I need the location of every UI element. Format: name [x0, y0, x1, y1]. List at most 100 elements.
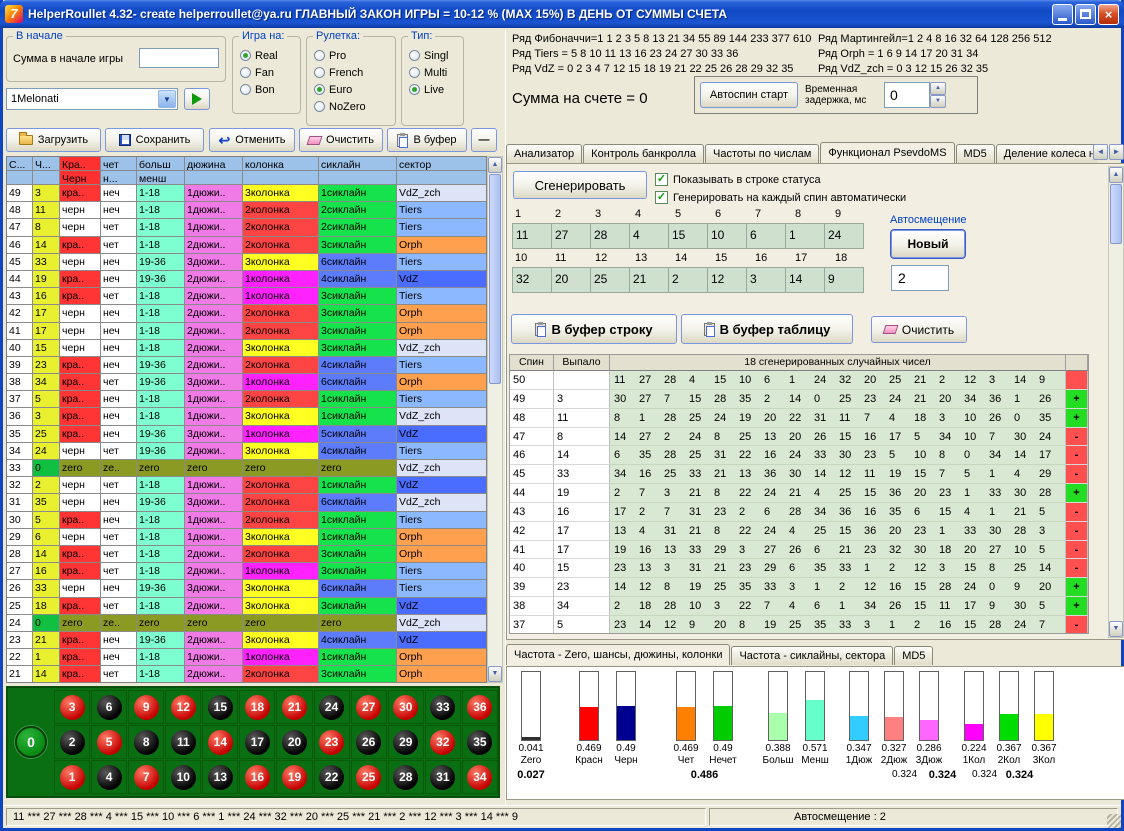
scroll-thumb[interactable] [489, 174, 501, 384]
history-row[interactable]: 363кра..неч1-181дюжи..3колонка1сиклайнVd… [7, 408, 486, 425]
generated-row[interactable]: 4015231333121232963533121231582514- [510, 559, 1088, 578]
main-tab-4[interactable]: MD5 [956, 144, 995, 163]
close-button[interactable]: × [1098, 4, 1119, 25]
board-cell-14[interactable]: 14 [202, 725, 238, 759]
board-cell-25[interactable]: 25 [351, 760, 387, 794]
generated-row[interactable]: 3923141281925353331212161528240920+ [510, 578, 1088, 597]
history-row[interactable]: 2814кра..чет1-182дюжи..2колонка3сиклайнO… [7, 546, 486, 563]
column-header[interactable]: Ч... [33, 157, 60, 171]
delay-input[interactable] [884, 82, 930, 108]
generated-row[interactable]: 49330277152835214025232421203436126+ [510, 390, 1088, 409]
copy-row-button[interactable]: В буфер строку [511, 314, 677, 344]
history-row[interactable]: 2321кра..неч19-362дюжи..3колонка4сиклайн… [7, 632, 486, 649]
board-cell-11[interactable]: 11 [165, 725, 201, 759]
main-tab-2[interactable]: Частоты по числам [705, 144, 819, 163]
chevron-down-icon[interactable]: ▼ [158, 90, 176, 108]
board-cell-35[interactable]: 35 [462, 725, 498, 759]
checkmark-icon[interactable]: ✓ [655, 173, 668, 186]
board-cell-15[interactable]: 15 [202, 690, 238, 724]
column-header[interactable]: больш [137, 157, 185, 171]
board-cell-22[interactable]: 22 [314, 760, 350, 794]
board-cell-31[interactable]: 31 [425, 760, 461, 794]
history-row[interactable]: 240zeroze..zerozerozerozeroVdZ_zch [7, 615, 486, 632]
profile-combo[interactable]: 1Melonati ▼ [6, 88, 178, 110]
board-cell-5[interactable]: 5 [91, 725, 127, 759]
history-row[interactable]: 3923кра..неч19-362дюжи..2колонка4сиклайн… [7, 357, 486, 374]
roulette-option-french[interactable]: French [310, 64, 393, 81]
board-cell-32[interactable]: 32 [425, 725, 461, 759]
scroll-thumb[interactable] [1110, 184, 1122, 244]
history-row[interactable]: 4614кра..чет1-182дюжи..2колонка3сиклайнO… [7, 237, 486, 254]
scroll-down-icon[interactable]: ▼ [1109, 621, 1123, 637]
history-row[interactable]: 4419кра..неч19-362дюжи..1колонка4сиклайн… [7, 271, 486, 288]
history-row[interactable]: 296чернчет1-181дюжи..3колонка1сиклайнOrp… [7, 529, 486, 546]
column-header[interactable] [33, 171, 60, 185]
board-cell-9[interactable]: 9 [128, 690, 164, 724]
clear-button[interactable]: Очистить [299, 128, 383, 152]
freq-tab-2[interactable]: MD5 [894, 646, 933, 665]
generated-row[interactable]: 375231412920819253533312161528247- [510, 616, 1088, 634]
freq-tab-1[interactable]: Частота - сиклайны, сектора [731, 646, 893, 665]
scroll-down-icon[interactable]: ▼ [488, 666, 502, 682]
generated-row[interactable]: 38342182810322746134261511179305+ [510, 597, 1088, 616]
generated-row[interactable]: 4811812825241920223111741831026035+ [510, 409, 1088, 428]
history-row[interactable]: 3424чернчет19-362дюжи..3колонка4сиклайнT… [7, 443, 486, 460]
board-cell-3[interactable]: 3 [54, 690, 90, 724]
main-tab-1[interactable]: Контроль банкролла [583, 144, 704, 163]
board-cell-8[interactable]: 8 [128, 725, 164, 759]
board-cell-24[interactable]: 24 [314, 690, 350, 724]
board-cell-17[interactable]: 17 [239, 725, 275, 759]
tabs-scroll-left-icon[interactable]: ◄ [1093, 144, 1108, 160]
history-row[interactable]: 305кра..неч1-181дюжи..2колонка1сиклайнTi… [7, 512, 486, 529]
board-cell-26[interactable]: 26 [351, 725, 387, 759]
column-header[interactable] [397, 171, 487, 185]
generated-row[interactable]: 453334162533211336301412111915751429- [510, 465, 1088, 484]
history-row[interactable]: 3135черннеч19-363дюжи..2колонка6сиклайнV… [7, 494, 486, 511]
undo-button[interactable]: ↩Отменить [209, 128, 295, 152]
type-option-live[interactable]: Live [405, 81, 461, 98]
freq-tab-0[interactable]: Частота - Zero, шансы, дюжины, колонки [506, 644, 730, 665]
game-option-bon[interactable]: Bon [236, 81, 298, 98]
board-cell-33[interactable]: 33 [425, 690, 461, 724]
generate-button[interactable]: Сгенерировать [513, 171, 647, 199]
column-header[interactable]: Черн [60, 171, 101, 185]
tabs-scroll-right-icon[interactable]: ► [1109, 144, 1124, 160]
board-cell-29[interactable]: 29 [388, 725, 424, 759]
start-sum-input[interactable] [139, 48, 219, 68]
history-row[interactable]: 493кра..неч1-181дюжи..3колонка1сиклайнVd… [7, 185, 486, 202]
game-option-fan[interactable]: Fan [236, 64, 298, 81]
main-tab-0[interactable]: Анализатор [506, 144, 582, 163]
history-row[interactable]: 4316кра..чет1-182дюжи..1колонка3сиклайнT… [7, 288, 486, 305]
board-cell-12[interactable]: 12 [165, 690, 201, 724]
history-table-scrollbar[interactable]: ▲ ▼ [487, 156, 503, 683]
history-row[interactable]: 2716кра..чет1-182дюжи..1колонка3сиклайнT… [7, 563, 486, 580]
board-cell-28[interactable]: 28 [388, 760, 424, 794]
column-header[interactable] [319, 171, 397, 185]
scroll-up-icon[interactable]: ▲ [1109, 167, 1123, 183]
history-row[interactable]: 4117черннеч1-182дюжи..2колонка3сиклайнOr… [7, 323, 486, 340]
column-header[interactable]: н... [101, 171, 137, 185]
autospin-start-button[interactable]: Автоспин старт [700, 82, 798, 108]
type-option-singl[interactable]: Singl [405, 47, 461, 64]
column-header[interactable]: сиклайн [319, 157, 397, 171]
column-header[interactable]: колонка [243, 157, 319, 171]
load-button[interactable]: Загрузить [6, 128, 101, 152]
checkbox-show-in-status[interactable]: ✓ Показывать в строке статуса [655, 173, 821, 186]
roulette-option-pro[interactable]: Pro [310, 47, 393, 64]
history-row[interactable]: 3525кра..неч19-363дюжи..1колонка5сиклайн… [7, 426, 486, 443]
generated-row[interactable]: 43161727312326283436163561541215- [510, 503, 1088, 522]
minimize-button[interactable] [1052, 4, 1073, 25]
board-cell-21[interactable]: 21 [276, 690, 312, 724]
collapse-button[interactable]: — [471, 128, 497, 152]
column-header[interactable] [7, 171, 33, 185]
main-tab-3[interactable]: Функционал PsevdoMS [820, 142, 954, 163]
column-header[interactable]: чет [101, 157, 137, 171]
history-row[interactable]: 4217черннеч1-182дюжи..2колонка3сиклайнOr… [7, 305, 486, 322]
game-option-real[interactable]: Real [236, 47, 298, 64]
generated-row[interactable]: 4419273218222421425153620231333028+ [510, 484, 1088, 503]
scroll-up-icon[interactable]: ▲ [488, 157, 502, 173]
history-row[interactable]: 375кра..неч1-181дюжи..2колонка1сиклайнTi… [7, 391, 486, 408]
page-scrollbar[interactable]: ▲ ▼ [1108, 166, 1124, 638]
column-header[interactable]: менш [137, 171, 185, 185]
history-row[interactable]: 322чернчет1-181дюжи..2колонка1сиклайнVdZ [7, 477, 486, 494]
